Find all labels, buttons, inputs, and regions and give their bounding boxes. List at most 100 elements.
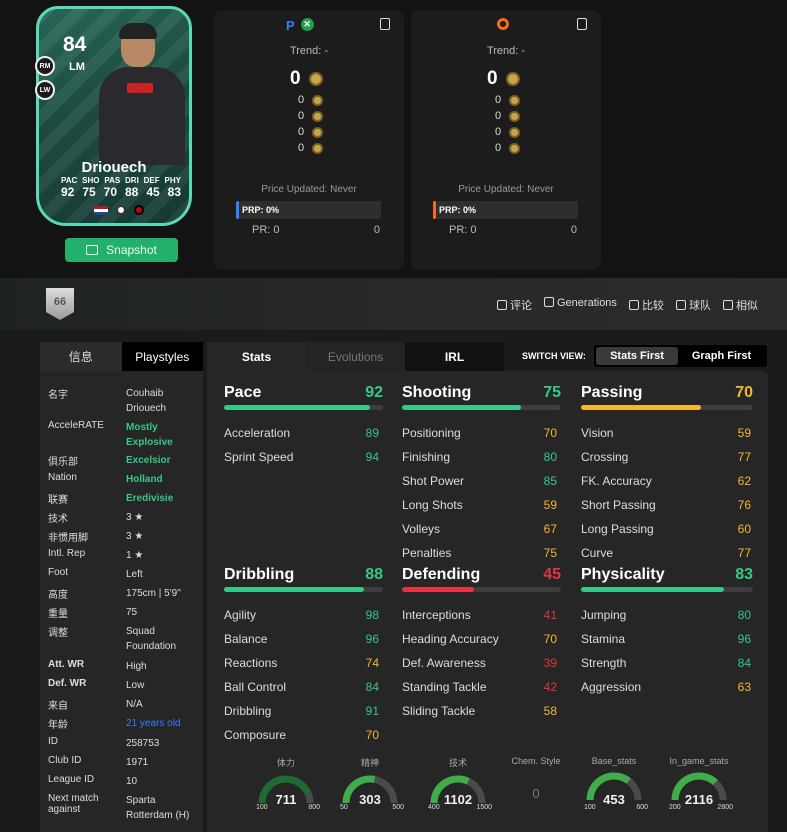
info-row: 技术 3 ★ (48, 510, 198, 525)
calculator-icon[interactable] (380, 18, 390, 30)
category-name: Dribbling (224, 566, 295, 583)
info-value: 10 (126, 776, 138, 787)
category-bar (402, 405, 561, 410)
coin-icon (509, 126, 521, 138)
stat-row: Stamina 96 (581, 632, 751, 646)
info-row: 高度 175cm | 5'9" (48, 586, 198, 601)
info-row: ID 258753 (48, 736, 198, 751)
stat-row: Heading Accuracy 70 (402, 632, 557, 646)
stat-value: 80 (737, 608, 751, 622)
info-key: 来自 (48, 701, 68, 712)
stat-row: Volleys 67 (402, 522, 557, 536)
stat-name: Crossing (581, 450, 629, 464)
stat-value: 96 (737, 632, 751, 646)
tab-stats[interactable]: Stats (207, 342, 306, 371)
gauge-value: 2116 (684, 792, 714, 807)
gauge-value: 1102 (443, 792, 473, 807)
info-row: AcceleRATE Mostly Explosive (48, 420, 198, 450)
stat-row: Vision 59 (581, 426, 751, 440)
card-rating: 84 (63, 33, 87, 56)
nav-similar[interactable]: 相似 (722, 297, 758, 313)
snapshot-button[interactable]: Snapshot (65, 238, 178, 262)
category-value: 45 (543, 566, 561, 583)
stat-name: Long Shots (402, 498, 463, 512)
category-physicality: Physicality 83 (581, 566, 753, 592)
price-row: 0 (495, 142, 521, 154)
stat-value: 74 (365, 656, 379, 670)
price-row: 0 (298, 110, 324, 122)
info-value: N/A (126, 699, 143, 710)
stat-name: Aggression (581, 680, 642, 694)
stat-row: FK. Accuracy 62 (581, 474, 751, 488)
alt-position-lw[interactable]: LW (35, 80, 55, 100)
stat-row: Positioning 70 (402, 426, 557, 440)
info-row: Def. WR Low (48, 678, 198, 693)
category-bar (224, 587, 383, 592)
gauge-1: 精神 50 500 303 (334, 756, 406, 816)
stat-name: Positioning (402, 426, 461, 440)
stat-value: 67 (543, 522, 557, 536)
coin-icon (509, 94, 521, 106)
stat-name: Interceptions (402, 608, 471, 622)
info-key: League ID (48, 774, 95, 785)
gauge-title: Chem. Style (511, 756, 561, 766)
info-row: 非惯用脚 3 ★ (48, 529, 198, 544)
info-key: 联赛 (48, 495, 68, 506)
price-row: 0 (298, 142, 324, 154)
info-row: Nation Holland (48, 472, 198, 487)
nav-compare[interactable]: 比较 (628, 297, 664, 313)
info-key: Intl. Rep (48, 548, 86, 559)
nav-generations[interactable]: Generations (544, 297, 617, 313)
pc-icon (497, 18, 509, 30)
category-bar (224, 405, 383, 410)
stat-value: 58 (543, 704, 557, 718)
coin-icon (509, 110, 521, 122)
coin-icon (509, 142, 521, 154)
info-value[interactable]: Excelsior (126, 453, 198, 468)
stat-name: Agility (224, 608, 257, 622)
generations-icon (544, 297, 554, 307)
stat-value: 84 (737, 656, 751, 670)
stats-first-button[interactable]: Stats First (596, 347, 678, 365)
price-row: 0 (298, 126, 324, 138)
tab-info[interactable]: 信息 (40, 342, 122, 371)
alt-position-rm[interactable]: RM (35, 56, 55, 76)
nav-comments[interactable]: 评论 (497, 297, 532, 313)
stat-value: 89 (365, 426, 379, 440)
stat-row: Curve 77 (581, 546, 751, 560)
category-bar-fill (402, 405, 522, 410)
stat-name: Def. Awareness (402, 656, 486, 670)
category-defending: Defending 45 (402, 566, 561, 592)
info-value[interactable]: Holland (126, 472, 198, 487)
info-row: 联赛 Eredivisie (48, 491, 198, 506)
stat-row: Shot Power 85 (402, 474, 557, 488)
info-value[interactable]: Eredivisie (126, 491, 198, 506)
gauge-title: 体力 (276, 758, 295, 768)
category-name: Defending (402, 566, 481, 583)
category-dribbling: Dribbling 88 (224, 566, 383, 592)
stat-name: Volleys (402, 522, 441, 536)
stat-value: 98 (365, 608, 379, 622)
coin-icon (312, 110, 324, 122)
stat-row: Finishing 80 (402, 450, 557, 464)
stat-row: Balance 96 (224, 632, 379, 646)
card-stat-values: 92 75 70 88 45 83 (61, 185, 181, 199)
tab-playstyles[interactable]: Playstyles (121, 342, 203, 371)
tab-irl[interactable]: IRL (405, 342, 504, 371)
playstation-icon: P (286, 18, 295, 33)
info-value: High (126, 661, 147, 672)
tab-evolutions[interactable]: Evolutions (306, 342, 405, 371)
info-value: Couhaib Driouech (126, 388, 167, 414)
gauge-4: Base_stats 100 600 453 (578, 756, 650, 816)
nav-team[interactable]: 球队 (675, 297, 711, 313)
gauge-value: 0 (532, 786, 540, 801)
category-name: Physicality (581, 566, 665, 583)
calculator-icon[interactable] (577, 18, 587, 30)
info-key: Nation (48, 472, 77, 483)
stat-value: 80 (543, 450, 557, 464)
info-key: 调整 (48, 628, 68, 639)
stats-tabs: Stats Evolutions IRL (207, 342, 504, 371)
category-bar (581, 405, 753, 410)
gauge-title: 精神 (360, 758, 379, 768)
graph-first-button[interactable]: Graph First (678, 350, 765, 362)
